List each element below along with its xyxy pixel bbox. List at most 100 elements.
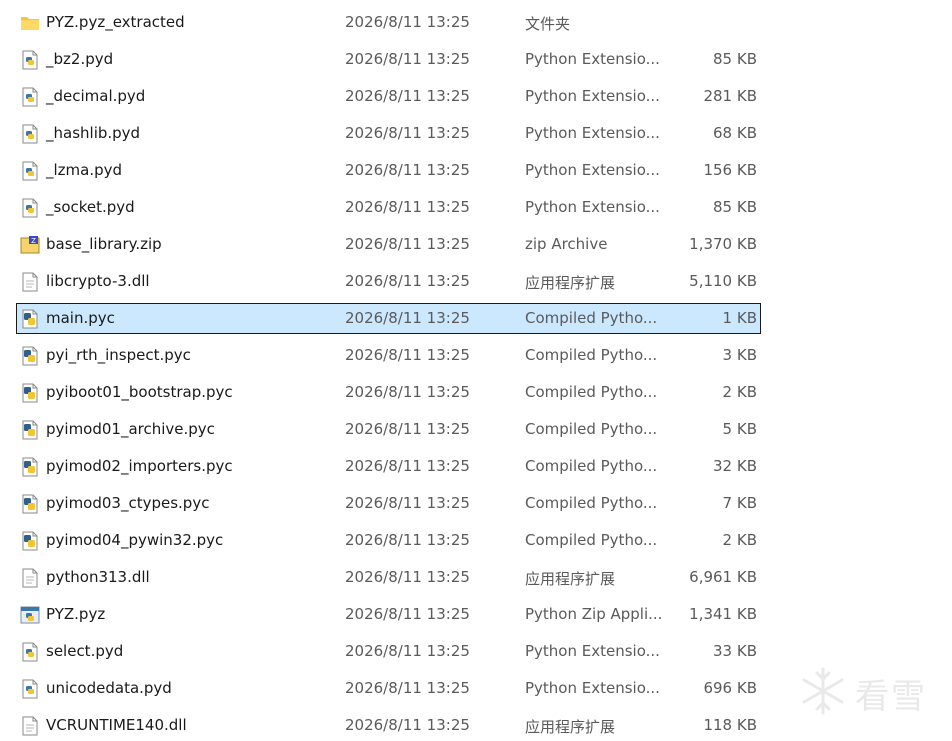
compiled-python-icon: [20, 309, 40, 329]
zip-archive-icon: Z: [20, 235, 40, 255]
file-date-modified: 2026/8/11 13:25: [345, 568, 470, 586]
file-date-modified: 2026/8/11 13:25: [345, 124, 470, 142]
file-name: base_library.zip: [46, 235, 162, 253]
file-name: pyimod04_pywin32.pyc: [46, 531, 224, 549]
file-date-modified: 2026/8/11 13:25: [345, 642, 470, 660]
file-date-modified: 2026/8/11 13:25: [345, 494, 470, 512]
file-row[interactable]: _socket.pyd 2026/8/11 13:25 Python Extensi…: [16, 192, 761, 223]
file-type: Compiled Pytho...: [525, 457, 658, 475]
file-name: unicodedata.pyd: [46, 679, 172, 697]
python-zip-app-icon: [20, 605, 40, 625]
file-row[interactable]: PYZ.pyz_extracted 2026/8/11 13:25 文件夹: [16, 7, 761, 38]
file-row[interactable]: pyimod02_importers.pyc 2026/8/11 13:25 Com…: [16, 451, 761, 482]
file-name: pyimod02_importers.pyc: [46, 457, 233, 475]
file-name: pyimod01_archive.pyc: [46, 420, 215, 438]
file-row[interactable]: PYZ.pyz 2026/8/11 13:25 Python Zip Appli..…: [16, 599, 761, 630]
file-type: Python Extensio...: [525, 50, 660, 68]
python-file-icon: [20, 642, 40, 662]
file-name: pyimod03_ctypes.pyc: [46, 494, 210, 512]
compiled-python-icon: [20, 531, 40, 551]
file-name: main.pyc: [46, 309, 115, 327]
file-size: 6,961 KB: [689, 568, 757, 586]
file-size: 68 KB: [713, 124, 757, 142]
file-name: python313.dll: [46, 568, 150, 586]
file-row[interactable]: Zbase_library.zip 2026/8/11 13:25 zip Arch…: [16, 229, 761, 260]
file-date-modified: 2026/8/11 13:25: [345, 346, 470, 364]
file-row[interactable]: _lzma.pyd 2026/8/11 13:25 Python Extensio.…: [16, 155, 761, 186]
file-type: 应用程序扩展: [525, 718, 616, 736]
file-type: Python Extensio...: [525, 198, 660, 216]
dll-file-icon: [20, 716, 40, 736]
file-name: _decimal.pyd: [46, 87, 146, 105]
file-row[interactable]: _decimal.pyd 2026/8/11 13:25 Python Extens…: [16, 81, 761, 112]
watermark: 看雪: [797, 665, 937, 717]
file-size: 85 KB: [713, 198, 757, 216]
compiled-python-icon: [20, 457, 40, 477]
file-type: Python Zip Appli...: [525, 605, 663, 623]
file-size: 1 KB: [722, 309, 757, 327]
file-row[interactable]: VCRUNTIME140.dll 2026/8/11 13:25 应用程序扩展 118…: [16, 710, 761, 741]
file-date-modified: 2026/8/11 13:25: [345, 235, 470, 253]
svg-text:Z: Z: [31, 237, 36, 245]
file-row[interactable]: pyimod01_archive.pyc 2026/8/11 13:25 Compi…: [16, 414, 761, 445]
file-row[interactable]: main.pyc 2026/8/11 13:25 Compiled Pytho...…: [16, 303, 761, 334]
file-date-modified: 2026/8/11 13:25: [345, 457, 470, 475]
folder-icon: [20, 13, 40, 33]
compiled-python-icon: [20, 383, 40, 403]
file-row[interactable]: _bz2.pyd 2026/8/11 13:25 Python Extensio..…: [16, 44, 761, 75]
file-row[interactable]: libcrypto-3.dll 2026/8/11 13:25 应用程序扩展 5,11…: [16, 266, 761, 297]
file-row[interactable]: unicodedata.pyd 2026/8/11 13:25 Python Ext…: [16, 673, 761, 704]
file-row[interactable]: pyi_rth_inspect.pyc 2026/8/11 13:25 Compil…: [16, 340, 761, 371]
python-file-icon: [20, 679, 40, 699]
file-row[interactable]: python313.dll 2026/8/11 13:25 应用程序扩展 6,961 …: [16, 562, 761, 593]
python-file-icon: [20, 124, 40, 144]
file-date-modified: 2026/8/11 13:25: [345, 309, 470, 327]
python-file-icon: [20, 198, 40, 218]
compiled-python-icon: [20, 346, 40, 366]
file-size: 33 KB: [713, 642, 757, 660]
python-file-icon: [20, 50, 40, 70]
compiled-python-icon: [20, 420, 40, 440]
file-type: 应用程序扩展: [525, 274, 616, 292]
watermark-text: 看雪: [855, 677, 927, 717]
file-type: 应用程序扩展: [525, 570, 616, 588]
file-name: PYZ.pyz_extracted: [46, 13, 185, 31]
file-row[interactable]: select.pyd 2026/8/11 13:25 Python Extensio…: [16, 636, 761, 667]
dll-file-icon: [20, 272, 40, 292]
file-type: 文件夹: [525, 15, 571, 33]
file-row[interactable]: pyimod03_ctypes.pyc 2026/8/11 13:25 Compil…: [16, 488, 761, 519]
file-name: _bz2.pyd: [46, 50, 114, 68]
dll-file-icon: [20, 568, 40, 588]
file-name: VCRUNTIME140.dll: [46, 716, 187, 734]
file-size: 85 KB: [713, 50, 757, 68]
file-size: 1,370 KB: [689, 235, 757, 253]
file-date-modified: 2026/8/11 13:25: [345, 50, 470, 68]
file-row[interactable]: pyimod04_pywin32.pyc 2026/8/11 13:25 Compi…: [16, 525, 761, 556]
file-type: Compiled Pytho...: [525, 309, 658, 327]
file-name: libcrypto-3.dll: [46, 272, 150, 290]
snowflake-logo-icon: [802, 667, 844, 715]
file-name: _socket.pyd: [46, 198, 135, 216]
file-size: 2 KB: [722, 383, 757, 401]
file-size: 7 KB: [722, 494, 757, 512]
file-row[interactable]: _hashlib.pyd 2026/8/11 13:25 Python Extens…: [16, 118, 761, 149]
file-name: _lzma.pyd: [46, 161, 123, 179]
file-type: Python Extensio...: [525, 87, 660, 105]
file-date-modified: 2026/8/11 13:25: [345, 531, 470, 549]
python-file-icon: [20, 161, 40, 181]
file-date-modified: 2026/8/11 13:25: [345, 87, 470, 105]
file-type: Python Extensio...: [525, 124, 660, 142]
file-type: Compiled Pytho...: [525, 346, 658, 364]
file-type: zip Archive: [525, 235, 608, 253]
file-date-modified: 2026/8/11 13:25: [345, 716, 470, 734]
file-size: 156 KB: [703, 161, 757, 179]
python-file-icon: [20, 87, 40, 107]
file-name: PYZ.pyz: [46, 605, 106, 623]
file-size: 5,110 KB: [689, 272, 757, 290]
file-row[interactable]: pyiboot01_bootstrap.pyc 2026/8/11 13:25 Co…: [16, 377, 761, 408]
file-size: 3 KB: [722, 346, 757, 364]
file-type: Compiled Pytho...: [525, 383, 658, 401]
file-type: Compiled Pytho...: [525, 420, 658, 438]
file-type: Python Extensio...: [525, 161, 660, 179]
file-date-modified: 2026/8/11 13:25: [345, 13, 470, 31]
